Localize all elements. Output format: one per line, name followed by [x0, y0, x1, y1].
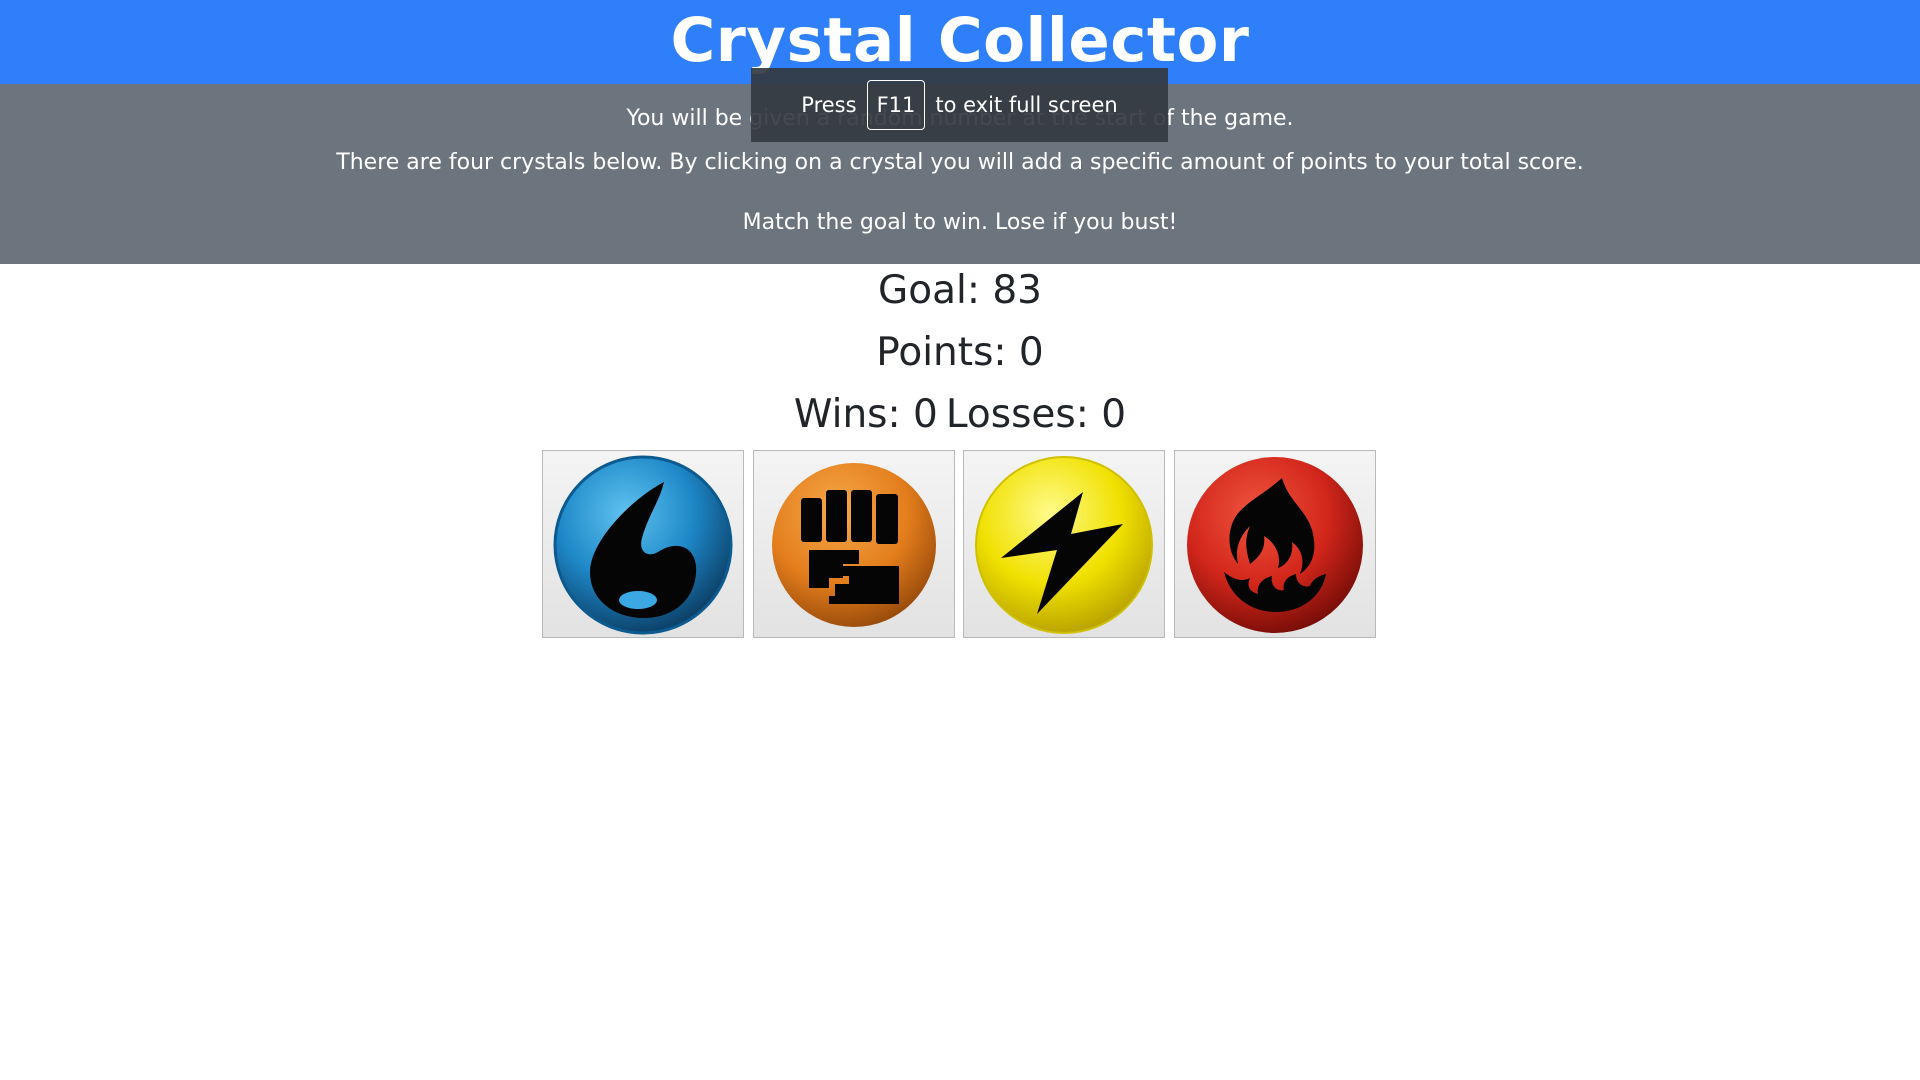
crystal-button-lightning[interactable]	[963, 450, 1165, 638]
fist-icon	[772, 463, 936, 627]
points-display: Points: 0	[876, 330, 1044, 375]
record-display: Wins: 0 Losses: 0	[0, 390, 1920, 440]
fullscreen-notice-suffix: to exit full screen	[935, 93, 1118, 117]
f11-key-label: F11	[866, 80, 926, 130]
fullscreen-notice-prefix: Press	[801, 93, 857, 117]
lightning-icon	[975, 456, 1153, 634]
instructions-line-3: Match the goal to win. Lose if you bust!	[742, 210, 1178, 235]
losses-counter: Losses: 0	[945, 392, 1127, 437]
crystal-button-water[interactable]	[542, 450, 744, 638]
instructions-line-2: There are four crystals below. By clicki…	[336, 150, 1584, 175]
crystal-button-fire[interactable]	[1174, 450, 1376, 638]
goal-display: Goal: 83	[878, 268, 1042, 313]
water-drop-icon	[553, 455, 733, 635]
fullscreen-exit-notice: Press F11 to exit full screen	[751, 68, 1168, 142]
wins-counter: Wins: 0	[793, 392, 938, 437]
crystal-button-fist[interactable]	[753, 450, 955, 638]
flame-icon	[1187, 457, 1363, 633]
crystal-row	[542, 450, 1382, 640]
